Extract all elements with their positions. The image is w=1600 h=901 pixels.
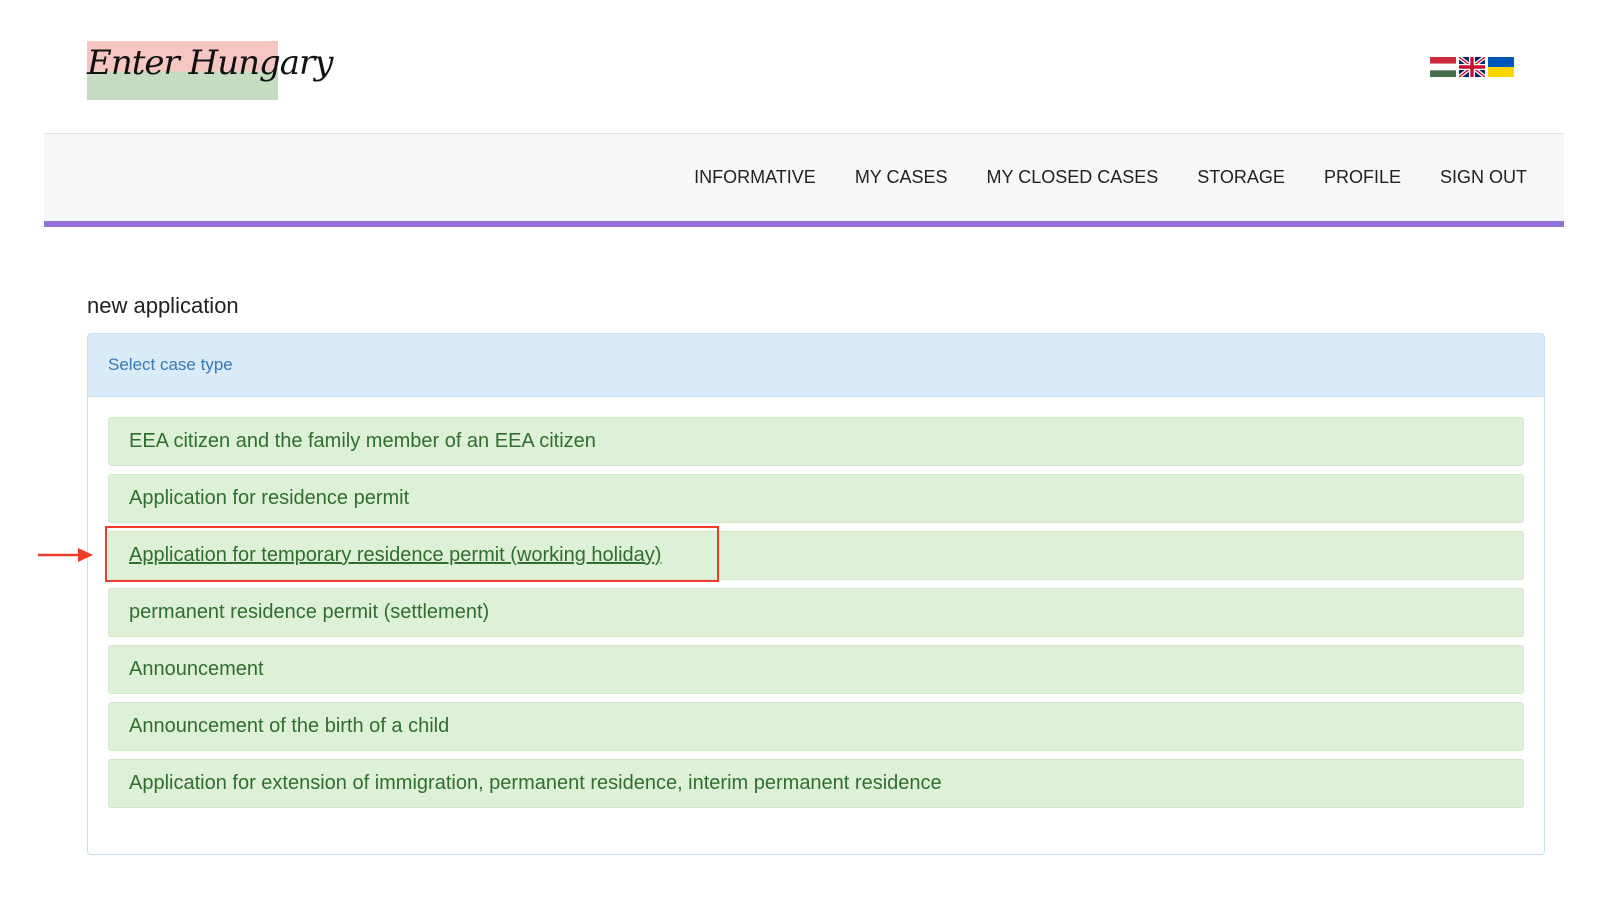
nav-item-my-closed-cases[interactable]: MY CLOSED CASES: [987, 167, 1159, 188]
ukrainian-flag-icon[interactable]: [1488, 57, 1514, 77]
enter-hungary-logo[interactable]: Enter Hungary: [87, 41, 334, 100]
uk-flag-icon[interactable]: [1459, 57, 1485, 77]
case-type-extension-permanent-residence[interactable]: Application for extension of immigration…: [108, 759, 1524, 808]
nav-item-informative[interactable]: INFORMATIVE: [694, 167, 816, 188]
case-type-announcement[interactable]: Announcement: [108, 645, 1524, 694]
case-type-eea-citizen[interactable]: EEA citizen and the family member of an …: [108, 417, 1524, 466]
logo-text: Enter Hungary: [87, 43, 334, 83]
case-type-temporary-residence-working-holiday[interactable]: Application for temporary residence perm…: [108, 531, 1524, 580]
nav-list: INFORMATIVE MY CASES MY CLOSED CASES STO…: [694, 134, 1527, 221]
case-type-panel: Select case type EEA citizen and the fam…: [87, 333, 1545, 855]
case-type-label: permanent residence permit (settlement): [129, 601, 490, 623]
case-type-label: Application for extension of immigration…: [129, 772, 942, 794]
main-navbar: INFORMATIVE MY CASES MY CLOSED CASES STO…: [44, 133, 1564, 227]
case-type-residence-permit[interactable]: Application for residence permit: [108, 474, 1524, 523]
hungarian-flag-icon[interactable]: [1430, 57, 1456, 77]
page-title: new application: [87, 293, 239, 318]
nav-item-storage[interactable]: STORAGE: [1197, 167, 1285, 188]
case-type-list: EEA citizen and the family member of an …: [108, 417, 1524, 816]
case-type-permanent-residence-settlement[interactable]: permanent residence permit (settlement): [108, 588, 1524, 637]
nav-item-profile[interactable]: PROFILE: [1324, 167, 1401, 188]
case-type-label: Announcement of the birth of a child: [129, 715, 450, 737]
case-type-label: Application for temporary residence perm…: [129, 544, 662, 566]
language-selector: [1430, 57, 1514, 77]
case-type-birth-announcement[interactable]: Announcement of the birth of a child: [108, 702, 1524, 751]
red-arrow-icon: [38, 548, 93, 562]
case-type-label: Application for residence permit: [129, 487, 410, 509]
nav-item-my-cases[interactable]: MY CASES: [855, 167, 948, 188]
case-type-label: Announcement: [129, 658, 264, 680]
nav-item-sign-out[interactable]: SIGN OUT: [1440, 167, 1527, 188]
case-type-label: EEA citizen and the family member of an …: [129, 430, 596, 452]
panel-heading: Select case type: [88, 334, 1544, 397]
page: Enter Hungary INFORMATIVE MY CASES MY CL…: [0, 0, 1600, 901]
